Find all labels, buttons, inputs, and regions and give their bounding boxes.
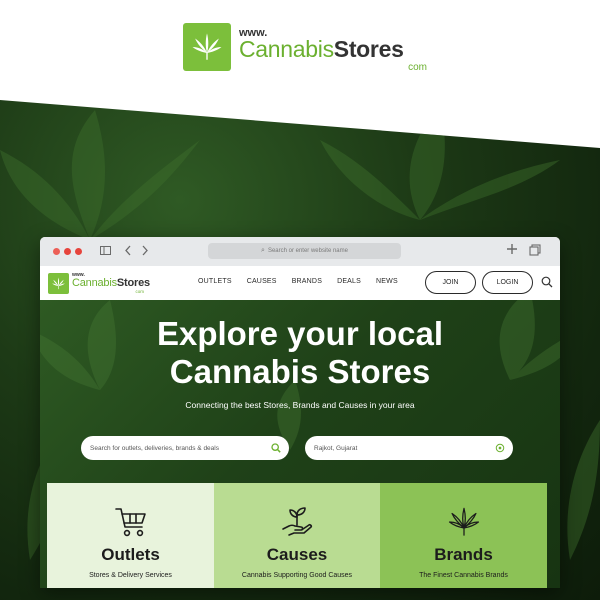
search-input[interactable]: Search for outlets, deliveries, brands &… — [81, 436, 289, 460]
cart-icon — [114, 508, 146, 537]
hero-subtitle: Connecting the best Stores, Brands and C… — [185, 400, 415, 410]
nav-news[interactable]: NEWS — [376, 278, 398, 285]
forward-icon[interactable] — [141, 244, 149, 259]
site-navbar: www. CannabisStores com OUTLETS CAUSES B… — [40, 266, 560, 300]
nav-outlets[interactable]: OUTLETS — [198, 278, 232, 285]
join-button[interactable]: JOIN — [425, 271, 476, 294]
tabs-icon[interactable] — [529, 244, 541, 259]
nav-causes[interactable]: CAUSES — [247, 278, 277, 285]
location-value: Rajkot, Gujarat — [314, 444, 358, 452]
browser-toolbar: ⌕ Search or enter website name — [40, 237, 560, 266]
nav-deals[interactable]: DEALS — [337, 278, 361, 285]
close-window-button[interactable] — [53, 248, 60, 255]
locate-icon[interactable] — [495, 443, 505, 453]
cannabis-leaf-icon — [448, 507, 479, 536]
brand-logo: www. CannabisStores com — [183, 22, 429, 73]
tile-causes-subtitle: Cannabis Supporting Good Causes — [241, 572, 353, 579]
site-wordmark: www. CannabisStores com — [72, 272, 154, 294]
minimize-window-button[interactable] — [64, 248, 71, 255]
nav-links: OUTLETS CAUSES BRANDS DEALS NEWS — [198, 278, 413, 285]
search-icon[interactable] — [271, 443, 281, 453]
tile-causes-title: Causes — [266, 545, 328, 564]
maximize-window-button[interactable] — [75, 248, 82, 255]
brand-header: www. CannabisStores com — [0, 0, 600, 105]
logo-name: CannabisStores — [239, 36, 404, 62]
search-icon: ⌕ — [261, 247, 265, 254]
sidebar-icon[interactable] — [100, 244, 111, 259]
address-bar[interactable]: ⌕ Search or enter website name — [208, 243, 401, 259]
cannabis-leaf-icon — [183, 23, 231, 71]
tile-brands-title: Brands — [434, 545, 493, 564]
sprout-hand-icon — [282, 507, 313, 536]
location-input[interactable]: Rajkot, Gujarat — [305, 436, 513, 460]
tile-brands[interactable]: Brands The Finest Cannabis Brands — [380, 483, 547, 588]
brand-wordmark: www. CannabisStores com — [239, 22, 429, 73]
tile-outlets-subtitle: Stores & Delivery Services — [89, 572, 172, 579]
browser-window: ⌕ Search or enter website name www. Cann… — [40, 237, 560, 588]
plus-icon[interactable] — [506, 243, 518, 258]
site-logo-tld: com — [135, 289, 144, 294]
tile-brands-subtitle: The Finest Cannabis Brands — [419, 572, 508, 579]
logo-tld: com — [408, 62, 427, 73]
login-button[interactable]: LOGIN — [482, 271, 533, 294]
search-placeholder: Search for outlets, deliveries, brands &… — [90, 444, 219, 452]
tile-outlets[interactable]: Outlets Stores & Delivery Services — [47, 483, 214, 588]
address-placeholder: Search or enter website name — [267, 248, 348, 254]
cannabis-leaf-icon — [48, 272, 69, 294]
hero-title: Explore your local Cannabis Stores — [156, 315, 444, 390]
back-icon[interactable] — [124, 244, 132, 259]
nav-brands[interactable]: BRANDS — [292, 278, 322, 285]
tile-outlets-title: Outlets — [101, 545, 160, 564]
site-logo[interactable]: www. CannabisStores com — [48, 272, 154, 294]
tile-causes[interactable]: Causes Cannabis Supporting Good Causes — [214, 483, 380, 588]
search-icon[interactable] — [541, 276, 553, 288]
site-logo-name: CannabisStores — [72, 277, 150, 289]
site-hero: Explore your local Cannabis Stores Conne… — [40, 300, 560, 588]
